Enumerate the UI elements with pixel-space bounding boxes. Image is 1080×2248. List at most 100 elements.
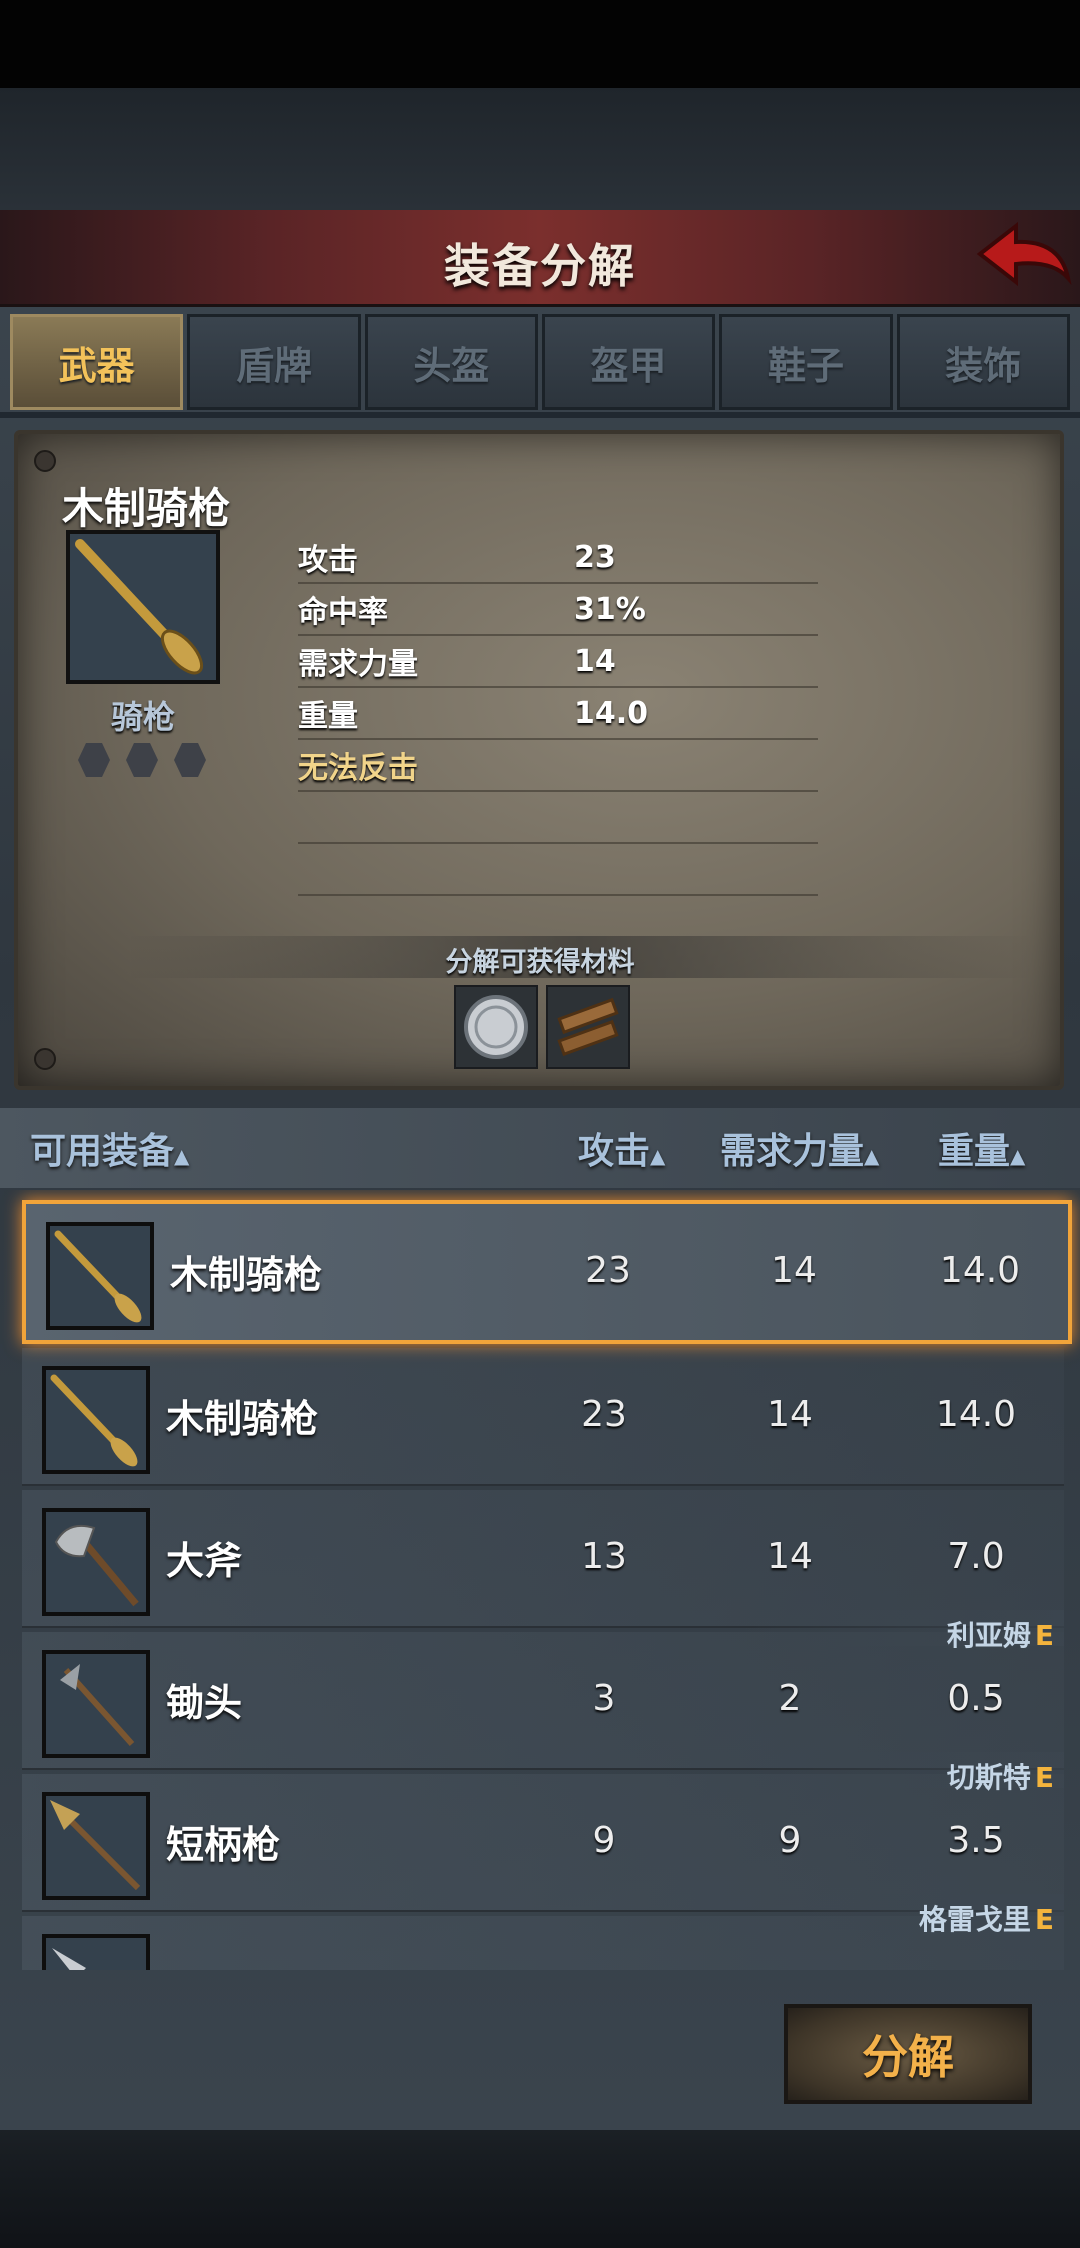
status-bar (0, 0, 1080, 88)
strength-value: 9 (778, 1820, 802, 1861)
sort-arrow-icon: ▲ (864, 1144, 880, 1168)
tab-shoes[interactable]: 鞋子 (719, 314, 893, 410)
sort-strength-header[interactable]: 需求力量▲ (720, 1122, 879, 1174)
owner-label: 切斯特 E (947, 1756, 1054, 1794)
stat-label: 需求力量 (298, 647, 418, 682)
rivet-icon (34, 1048, 56, 1070)
strength-value: 14 (767, 1536, 813, 1577)
attack-value: 13 (581, 1536, 627, 1577)
lance-icon (46, 1370, 146, 1470)
item-thumb (42, 1508, 150, 1616)
owner-name: 利亚姆 (946, 1619, 1031, 1652)
weight-value: 14.0 (935, 1394, 1017, 1435)
item-name: 木制骑枪 (62, 484, 231, 533)
header-name-label: 可用装备 (30, 1131, 175, 1172)
stat-row: 攻击 23 (298, 532, 818, 584)
sort-arrow-icon: ▲ (174, 1144, 190, 1168)
no-counter-note: 无法反击 (298, 751, 418, 786)
material-slot[interactable] (546, 985, 630, 1069)
item-name: 木制骑枪 (166, 1397, 319, 1441)
item-name: 大斧 (166, 1539, 243, 1583)
tab-helmet[interactable]: 头盔 (364, 314, 538, 410)
item-thumb (42, 1650, 150, 1758)
stat-row: 需求力量 14 (298, 636, 818, 688)
short-spear-icon (46, 1796, 146, 1896)
dagger-icon (46, 1938, 146, 1970)
stat-note-row: 无法反击 (298, 740, 818, 792)
weight-value: 7.0 (947, 1536, 1005, 1577)
bottom-band (0, 2130, 1080, 2248)
materials-title: 分解可获得材料 (445, 947, 635, 978)
category-tabs: 武器 盾牌 头盔 盔甲 鞋子 装饰 (10, 314, 1070, 412)
tab-armor[interactable]: 盔甲 (541, 314, 716, 410)
list-item[interactable]: 木制骑枪 23 14 14.0 (22, 1348, 1064, 1486)
weight-value: 3.5 (947, 1820, 1005, 1861)
list-item[interactable]: 木制骑枪 23 14 14.0 (22, 1200, 1072, 1344)
lance-icon (50, 1226, 150, 1326)
silver-coin-icon (464, 995, 528, 1059)
attack-value: 3 (592, 1678, 616, 1719)
equipped-badge: E (1034, 1619, 1054, 1652)
wood-planks-icon (557, 997, 619, 1057)
strength-value: 2 (778, 1678, 802, 1719)
attack-value: 9 (592, 1820, 616, 1861)
list-item[interactable]: 格雷戈里 E (22, 1894, 1064, 1970)
weight-value: 0.5 (947, 1678, 1005, 1719)
equipment-list[interactable]: 木制骑枪 23 14 14.0 木制骑枪 23 14 14.0 大斧 13 14 (0, 1190, 1080, 1970)
page-title: 装备分解 (444, 239, 636, 293)
tab-weapon[interactable]: 武器 (10, 314, 184, 410)
back-arrow-icon (976, 221, 1072, 287)
strength-value: 14 (771, 1250, 817, 1291)
item-name: 短柄枪 (166, 1823, 281, 1867)
stat-value: 31% (574, 591, 646, 627)
tab-shield[interactable]: 盾牌 (187, 314, 361, 410)
owner-label: 格雷戈里 E (919, 1898, 1054, 1936)
item-name: 木制骑枪 (170, 1253, 323, 1297)
rune-slots (78, 743, 206, 777)
stat-label: 重量 (298, 699, 358, 734)
item-image (66, 530, 220, 684)
strength-value: 14 (767, 1394, 813, 1435)
stat-value: 14 (574, 643, 616, 679)
tab-accessory[interactable]: 装饰 (896, 314, 1070, 410)
list-item[interactable]: 利亚姆 E 锄头 3 2 0.5 (22, 1610, 1064, 1770)
item-thumb (42, 1792, 150, 1900)
rune-slot-icon (126, 743, 158, 777)
decompose-button[interactable]: 分解 (784, 2004, 1032, 2104)
rivet-icon (34, 450, 56, 472)
item-thumb (42, 1366, 150, 1474)
sort-arrow-icon: ▲ (1010, 1144, 1026, 1168)
stat-empty-row (298, 792, 818, 844)
item-thumb (46, 1222, 154, 1330)
sort-weight-header[interactable]: 重量▲ (938, 1122, 1025, 1174)
attack-value: 23 (581, 1394, 627, 1435)
stat-row: 命中率 31% (298, 584, 818, 636)
lance-icon (70, 534, 216, 680)
stat-value: 23 (574, 539, 616, 575)
sort-attack-header[interactable]: 攻击▲ (578, 1122, 665, 1174)
stat-label: 攻击 (298, 543, 358, 578)
item-stats: 攻击 23 命中率 31% 需求力量 14 重量 14.0 无法反击 (298, 532, 818, 896)
stat-value: 14.0 (574, 695, 649, 731)
rune-slot-icon (174, 743, 206, 777)
item-name: 锄头 (166, 1681, 243, 1725)
back-button[interactable] (968, 212, 1078, 304)
attack-value: 23 (585, 1250, 631, 1291)
great-axe-icon (46, 1512, 146, 1612)
top-band (0, 88, 1080, 210)
tab-divider (0, 412, 1080, 418)
list-item[interactable]: 大斧 13 14 7.0 (22, 1490, 1064, 1628)
material-slot[interactable] (454, 985, 538, 1069)
sort-name-header[interactable]: 可用装备▲ (30, 1122, 189, 1174)
list-item[interactable]: 切斯特 E 短柄枪 9 9 3.5 (22, 1752, 1064, 1912)
item-type: 骑枪 (110, 698, 175, 736)
equipped-badge: E (1034, 1903, 1054, 1936)
owner-name: 切斯特 (946, 1761, 1031, 1794)
stat-row: 重量 14.0 (298, 688, 818, 740)
item-thumb (42, 1934, 150, 1970)
hoe-icon (46, 1654, 146, 1754)
owner-name: 格雷戈里 (918, 1903, 1031, 1936)
weight-value: 14.0 (939, 1250, 1021, 1291)
header-weight-label: 重量 (938, 1131, 1011, 1172)
equipped-badge: E (1034, 1761, 1054, 1794)
